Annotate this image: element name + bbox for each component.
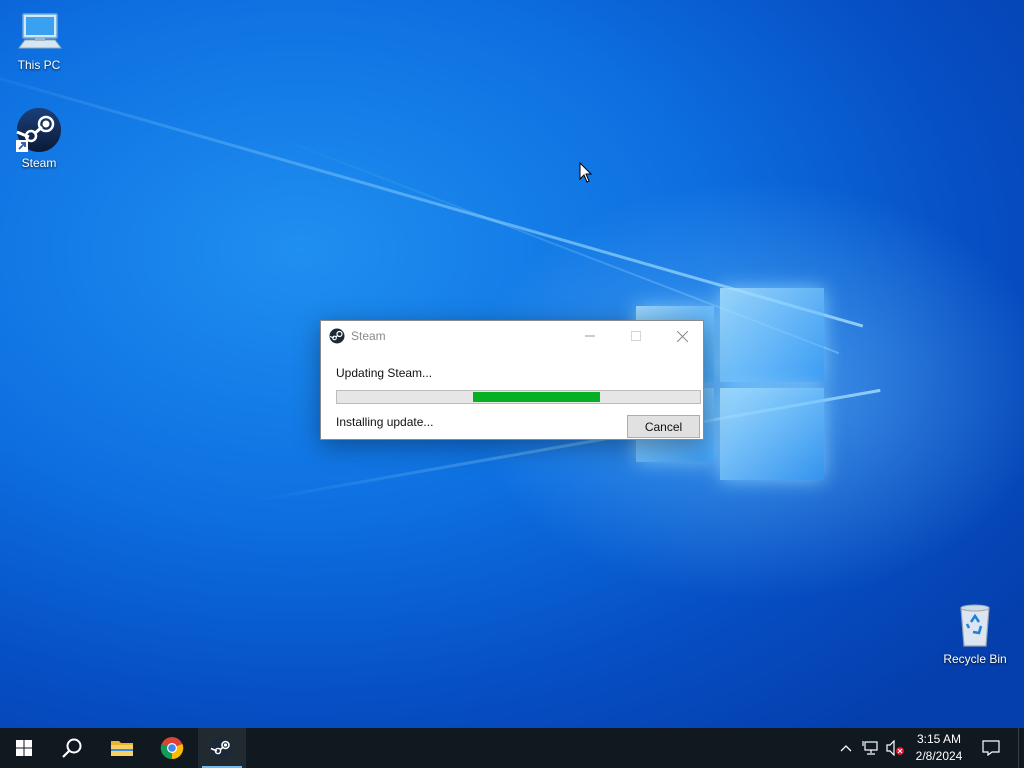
network-icon: [862, 741, 878, 755]
close-button[interactable]: [659, 321, 705, 351]
desktop-icon-label: This PC: [17, 58, 61, 72]
desktop-icon-this-pc[interactable]: This PC: [1, 8, 77, 72]
desktop-icon-label: Recycle Bin: [943, 652, 1007, 666]
mouse-cursor-icon: [579, 162, 593, 183]
taskbar: 3:15 AM 2/8/2024: [0, 728, 1024, 768]
maximize-button[interactable]: [613, 321, 659, 351]
desktop-icon-recycle-bin[interactable]: Recycle Bin: [937, 602, 1013, 666]
tray-volume-button[interactable]: [884, 728, 906, 768]
windows-icon: [16, 740, 32, 756]
maximize-icon: [631, 331, 641, 341]
search-button[interactable]: [48, 728, 96, 768]
action-center-button[interactable]: [976, 728, 1006, 768]
progress-fill: [473, 392, 601, 402]
close-icon: [676, 330, 688, 342]
start-button[interactable]: [0, 728, 48, 768]
update-status-text: Updating Steam...: [336, 366, 433, 380]
folder-icon: [111, 741, 133, 756]
dialog-title: Steam: [351, 329, 386, 343]
search-icon: [62, 738, 82, 758]
dialog-titlebar[interactable]: Steam: [321, 321, 703, 351]
taskbar-chrome[interactable]: [148, 728, 196, 768]
chevron-up-icon: [840, 745, 852, 752]
steam-icon: [329, 328, 345, 344]
clock-date: 2/8/2024: [915, 749, 963, 763]
steam-icon: [210, 737, 233, 759]
minimize-icon: [585, 335, 595, 337]
update-substatus-text: Installing update...: [336, 415, 434, 429]
show-desktop-button[interactable]: [1018, 728, 1024, 768]
chrome-icon: [160, 737, 184, 760]
computer-icon: [18, 13, 62, 49]
cancel-button[interactable]: Cancel: [627, 415, 700, 438]
taskbar-clock[interactable]: 3:15 AM 2/8/2024: [906, 728, 972, 768]
volume-muted-icon: [886, 740, 904, 756]
update-progress-bar: [336, 390, 701, 404]
notification-icon: [982, 740, 1000, 756]
desktop-icon-steam[interactable]: Steam: [1, 106, 77, 170]
taskbar-file-explorer[interactable]: [98, 728, 146, 768]
tray-network-button[interactable]: [860, 728, 882, 768]
steam-icon: [16, 108, 61, 152]
recycle-bin-icon: [960, 604, 990, 647]
tray-overflow-button[interactable]: [836, 728, 856, 768]
desktop-icon-label: Steam: [21, 156, 57, 170]
clock-time: 3:15 AM: [916, 732, 962, 746]
steam-update-dialog: Steam Updating Steam... Installing updat…: [320, 320, 704, 440]
minimize-button[interactable]: [567, 321, 613, 351]
taskbar-steam[interactable]: [198, 728, 246, 768]
